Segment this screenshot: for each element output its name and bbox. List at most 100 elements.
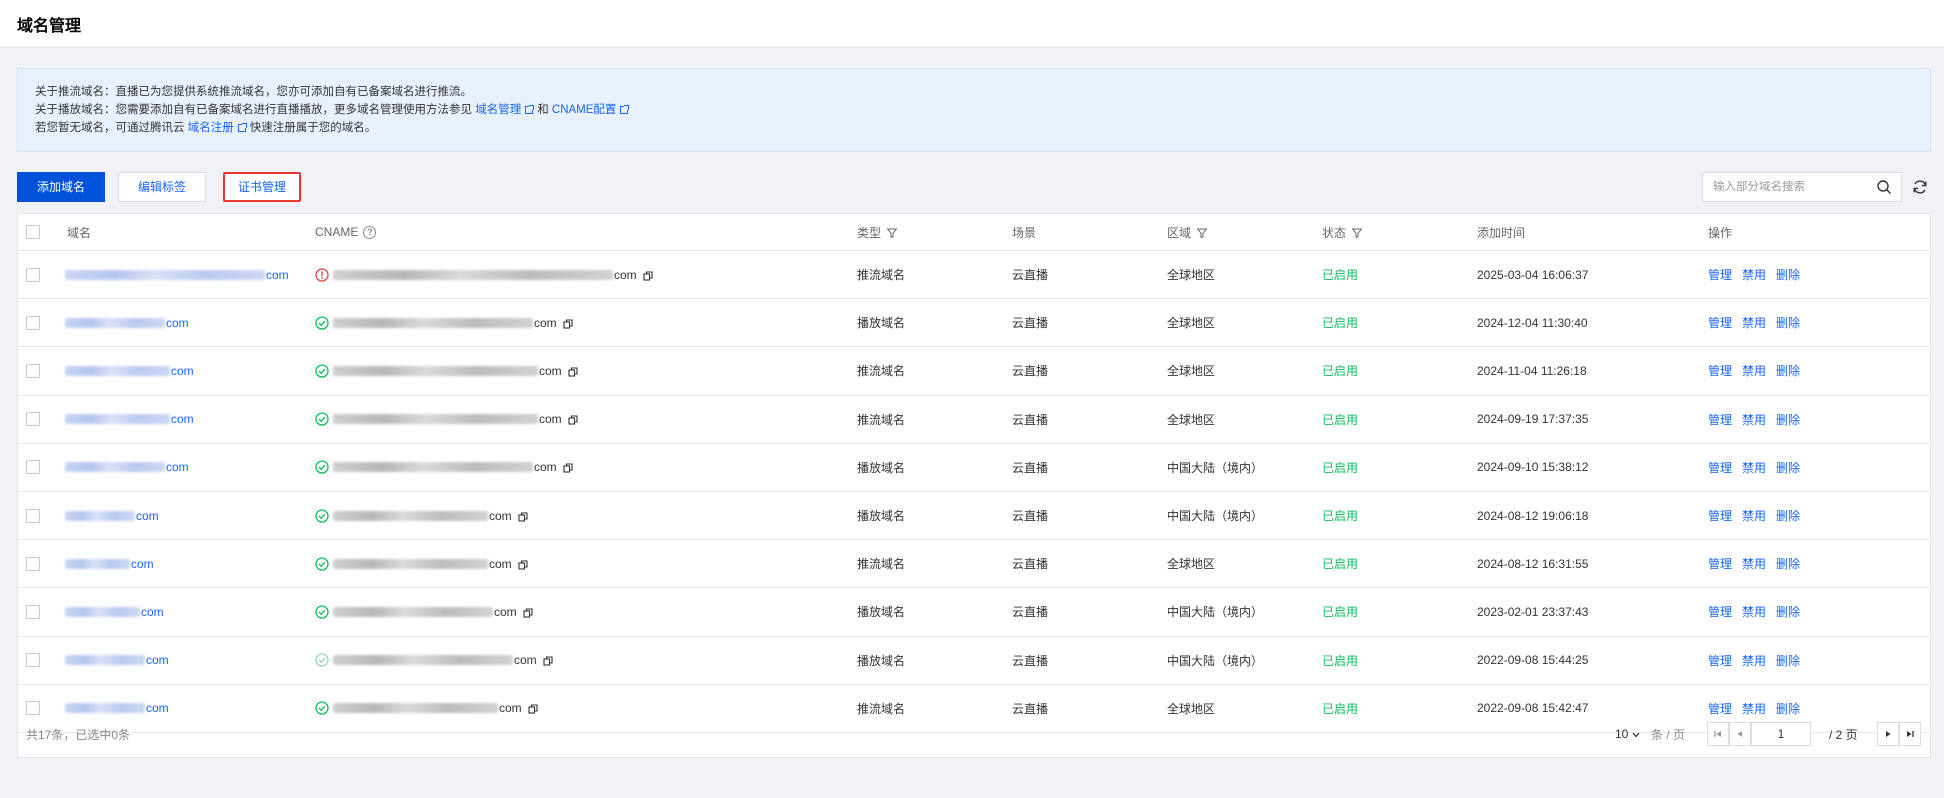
copy-icon[interactable] — [543, 655, 553, 666]
type-cell: 播放域名 — [857, 605, 906, 620]
region-cell: 全球地区 — [1167, 412, 1216, 427]
manage-link[interactable]: 管理 — [1708, 314, 1732, 331]
ops-cell: 管理 禁用 删除 — [1708, 540, 1810, 587]
redacted-cname — [333, 558, 488, 569]
row-checkbox[interactable] — [26, 653, 40, 668]
domain-link[interactable]: com — [65, 347, 194, 394]
domain-register-link[interactable]: 域名注册 — [188, 122, 234, 134]
domain-link[interactable]: com — [65, 444, 189, 491]
page-number-input[interactable] — [1751, 722, 1811, 746]
disable-link[interactable]: 禁用 — [1742, 411, 1766, 428]
domain-link[interactable]: com — [65, 396, 194, 443]
cname-config-link[interactable]: CNAME配置 — [552, 104, 617, 116]
disable-link[interactable]: 禁用 — [1742, 362, 1766, 379]
manage-link[interactable]: 管理 — [1708, 459, 1732, 476]
domain-link[interactable]: com — [65, 637, 169, 684]
select-all-checkbox[interactable] — [26, 225, 40, 239]
domain-link[interactable]: com — [65, 492, 159, 539]
info-icon[interactable]: ? — [363, 225, 377, 239]
row-checkbox[interactable] — [26, 508, 40, 523]
manage-link[interactable]: 管理 — [1708, 411, 1732, 428]
manage-link[interactable]: 管理 — [1708, 266, 1732, 283]
manage-link[interactable]: 管理 — [1708, 362, 1732, 379]
disable-link[interactable]: 禁用 — [1742, 459, 1766, 476]
filter-icon[interactable] — [1351, 227, 1363, 239]
disable-link[interactable]: 禁用 — [1742, 603, 1766, 620]
time-cell: 2024-09-19 17:37:35 — [1477, 412, 1589, 427]
copy-icon[interactable] — [643, 270, 653, 281]
domain-link[interactable]: com — [65, 588, 164, 635]
first-page-icon[interactable] — [1707, 722, 1729, 746]
row-checkbox[interactable] — [26, 460, 40, 475]
selection-summary: 共17条，已选中0条 — [26, 727, 131, 742]
disable-link[interactable]: 禁用 — [1742, 266, 1766, 283]
prev-page-icon[interactable] — [1729, 722, 1751, 746]
disable-link[interactable]: 禁用 — [1742, 652, 1766, 669]
delete-link[interactable]: 删除 — [1776, 555, 1800, 572]
disable-link[interactable]: 禁用 — [1742, 314, 1766, 331]
refresh-icon[interactable] — [1912, 179, 1928, 195]
scene-cell: 云直播 — [1012, 460, 1049, 475]
next-page-icon[interactable] — [1877, 722, 1899, 746]
delete-link[interactable]: 删除 — [1776, 362, 1800, 379]
search-input[interactable] — [1703, 181, 1868, 193]
delete-link[interactable]: 删除 — [1776, 459, 1800, 476]
delete-link[interactable]: 删除 — [1776, 411, 1800, 428]
manage-link[interactable]: 管理 — [1708, 652, 1732, 669]
manage-link[interactable]: 管理 — [1708, 603, 1732, 620]
notice-line-1: 关于推流域名：直播已为您提供系统推流域名，您亦可添加自有已备案域名进行推流。 — [35, 86, 472, 98]
row-checkbox[interactable] — [26, 315, 40, 330]
cname-suffix: com — [514, 653, 537, 668]
domain-table: 域名 CNAME ? 类型 场景 区域 状态 添加时间 操作 com com 推流域… — [17, 213, 1931, 758]
domain-suffix: com — [136, 508, 159, 523]
search-icon[interactable] — [1876, 179, 1892, 195]
add-domain-button[interactable]: 添加域名 — [17, 172, 106, 202]
check-circle-icon — [315, 412, 329, 426]
copy-icon[interactable] — [568, 414, 578, 425]
copy-icon[interactable] — [518, 559, 528, 570]
ops-cell: 管理 禁用 删除 — [1708, 637, 1810, 684]
filter-icon[interactable] — [1196, 227, 1208, 239]
delete-link[interactable]: 删除 — [1776, 266, 1800, 283]
notice-line-3: 若您暂无域名，可通过腾讯云 域名注册 快速注册属于您的域名。 — [35, 119, 1913, 137]
filter-icon[interactable] — [886, 227, 898, 239]
row-select-cell — [26, 396, 40, 443]
manage-link[interactable]: 管理 — [1708, 555, 1732, 572]
table-row: com com 播放域名 云直播 中国大陆（境内） 已启用 2024-08-12 19:06… — [18, 492, 1930, 541]
copy-icon[interactable] — [518, 511, 528, 522]
cert-management-button[interactable]: 证书管理 — [223, 172, 302, 202]
copy-icon[interactable] — [568, 366, 578, 377]
ops-cell: 管理 禁用 删除 — [1708, 396, 1810, 443]
delete-link[interactable]: 删除 — [1776, 603, 1800, 620]
header-status: 状态 — [1322, 214, 1363, 250]
last-page-icon[interactable] — [1899, 722, 1921, 746]
domain-link[interactable]: com — [65, 299, 189, 346]
edit-tags-button[interactable]: 编辑标签 — [118, 172, 207, 202]
domain-link[interactable]: com — [65, 251, 289, 298]
external-link-icon — [237, 122, 247, 132]
redacted-domain — [65, 510, 135, 521]
manage-link[interactable]: 管理 — [1708, 507, 1732, 524]
time-cell: 2022-09-08 15:44:25 — [1477, 653, 1589, 668]
domain-link[interactable]: com — [65, 540, 154, 587]
copy-icon[interactable] — [523, 607, 533, 618]
copy-icon[interactable] — [563, 462, 573, 473]
notice-line-2-text: 关于播放域名：您需要添加自有已备案域名进行直播播放，更多域名管理使用方法参见 — [35, 104, 472, 116]
disable-link[interactable]: 禁用 — [1742, 507, 1766, 524]
delete-link[interactable]: 删除 — [1776, 314, 1800, 331]
delete-link[interactable]: 删除 — [1776, 652, 1800, 669]
cname-cell: com — [315, 540, 528, 587]
table-row: com com 播放域名 云直播 中国大陆（境内） 已启用 2023-02-01 23:37… — [18, 588, 1930, 637]
row-checkbox[interactable] — [26, 267, 40, 282]
page-size-select[interactable]: 10 — [1615, 710, 1640, 758]
time-cell: 2023-02-01 23:37:43 — [1477, 604, 1589, 619]
row-checkbox[interactable] — [26, 363, 40, 378]
type-cell: 播放域名 — [857, 460, 906, 475]
disable-link[interactable]: 禁用 — [1742, 555, 1766, 572]
domain-management-link[interactable]: 域名管理 — [475, 104, 521, 116]
copy-icon[interactable] — [563, 318, 573, 329]
row-checkbox[interactable] — [26, 604, 40, 619]
delete-link[interactable]: 删除 — [1776, 507, 1800, 524]
row-checkbox[interactable] — [26, 412, 40, 427]
row-checkbox[interactable] — [26, 556, 40, 571]
